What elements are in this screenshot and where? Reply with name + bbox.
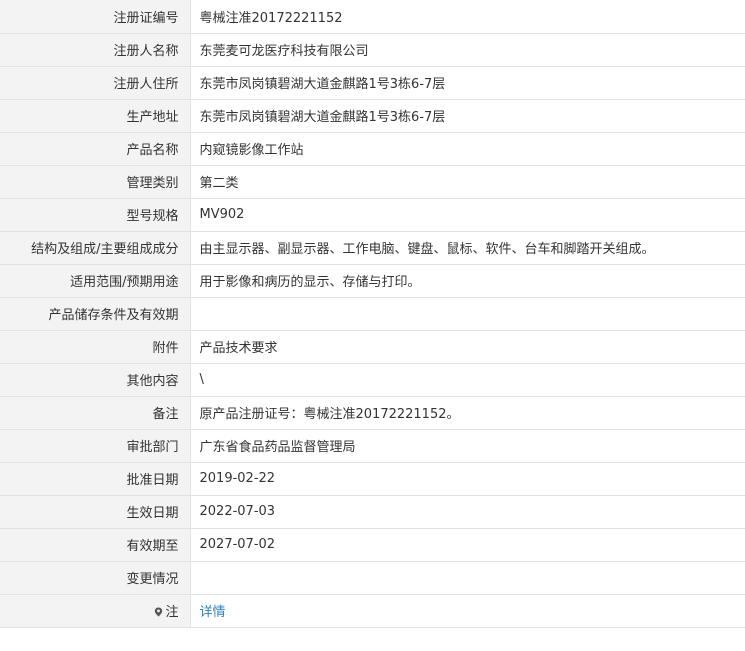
row-value: MV902 — [190, 198, 745, 232]
row-value: 产品技术要求 — [190, 330, 745, 364]
table-row: 注册人名称 东莞麦可龙医疗科技有限公司 — [0, 33, 745, 67]
table-row: 备注 原产品注册证号：粤械注准20172221152。 — [0, 396, 745, 430]
row-label: 生效日期 — [0, 495, 191, 529]
row-label: 其他内容 — [0, 363, 191, 397]
row-value: 粤械注准20172221152 — [190, 0, 745, 34]
pin-icon — [154, 606, 163, 617]
row-value: 用于影像和病历的显示、存储与打印。 — [190, 264, 745, 298]
table-row: 结构及组成/主要组成成分 由主显示器、副显示器、工作电脑、键盘、鼠标、软件、台车和… — [0, 231, 745, 265]
row-value: 广东省食品药品监督管理局 — [190, 429, 745, 463]
row-label: 有效期至 — [0, 528, 191, 562]
table-row: 适用范围/预期用途 用于影像和病历的显示、存储与打印。 — [0, 264, 745, 298]
row-value: 第二类 — [190, 165, 745, 199]
row-label: 备注 — [0, 396, 191, 430]
note-value-cell: 详情 — [190, 594, 745, 628]
table-row: 有效期至 2027-07-02 — [0, 528, 745, 562]
row-label: 结构及组成/主要组成成分 — [0, 231, 191, 265]
row-label: 审批部门 — [0, 429, 191, 463]
row-value: 2022-07-03 — [190, 495, 745, 529]
table-row: 生效日期 2022-07-03 — [0, 495, 745, 529]
row-label: 注册证编号 — [0, 0, 191, 34]
record-body: 注册证编号 粤械注准20172221152 注册人名称 东莞麦可龙医疗科技有限公司 … — [0, 0, 745, 628]
row-value: 东莞市凤岗镇碧湖大道金麒路1号3栋6-7层 — [190, 99, 745, 133]
table-row: 产品名称 内窥镜影像工作站 — [0, 132, 745, 166]
row-label: 注册人住所 — [0, 66, 191, 100]
table-row: 注册人住所 东莞市凤岗镇碧湖大道金麒路1号3栋6-7层 — [0, 66, 745, 100]
row-label: 产品储存条件及有效期 — [0, 297, 191, 331]
row-label: 适用范围/预期用途 — [0, 264, 191, 298]
note-row: 注 详情 — [0, 594, 745, 628]
row-value — [190, 561, 745, 595]
table-row: 变更情况 — [0, 561, 745, 595]
registration-record-table: 注册证编号 粤械注准20172221152 注册人名称 东莞麦可龙医疗科技有限公司 … — [0, 0, 745, 628]
detail-link[interactable]: 详情 — [200, 605, 226, 620]
row-label: 注册人名称 — [0, 33, 191, 67]
row-label: 型号规格 — [0, 198, 191, 232]
table-row: 批准日期 2019-02-22 — [0, 462, 745, 496]
row-value: 东莞市凤岗镇碧湖大道金麒路1号3栋6-7层 — [190, 66, 745, 100]
note-label-cell: 注 — [0, 594, 191, 628]
table-row: 型号规格 MV902 — [0, 198, 745, 232]
table-row: 审批部门 广东省食品药品监督管理局 — [0, 429, 745, 463]
row-value: 原产品注册证号：粤械注准20172221152。 — [190, 396, 745, 430]
table-row: 产品储存条件及有效期 — [0, 297, 745, 331]
row-value: 东莞麦可龙医疗科技有限公司 — [190, 33, 745, 67]
table-row: 注册证编号 粤械注准20172221152 — [0, 0, 745, 34]
row-label: 产品名称 — [0, 132, 191, 166]
table-row: 其他内容 \ — [0, 363, 745, 397]
row-label: 批准日期 — [0, 462, 191, 496]
table-row: 附件 产品技术要求 — [0, 330, 745, 364]
row-value: 内窥镜影像工作站 — [190, 132, 745, 166]
row-label: 变更情况 — [0, 561, 191, 595]
row-value: 2019-02-22 — [190, 462, 745, 496]
table-row: 生产地址 东莞市凤岗镇碧湖大道金麒路1号3栋6-7层 — [0, 99, 745, 133]
row-value: \ — [190, 363, 745, 397]
row-value: 2027-07-02 — [190, 528, 745, 562]
note-label: 注 — [165, 605, 179, 620]
row-label: 生产地址 — [0, 99, 191, 133]
row-label: 附件 — [0, 330, 191, 364]
row-label: 管理类别 — [0, 165, 191, 199]
row-value: 由主显示器、副显示器、工作电脑、键盘、鼠标、软件、台车和脚踏开关组成。 — [190, 231, 745, 265]
table-row: 管理类别 第二类 — [0, 165, 745, 199]
row-value — [190, 297, 745, 331]
